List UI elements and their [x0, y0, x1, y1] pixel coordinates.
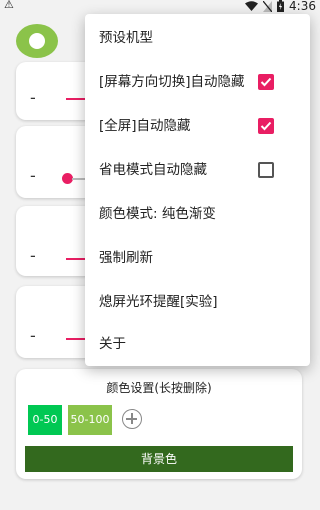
- menu-item-label: 颜色模式: 纯色渐变: [99, 206, 216, 222]
- menu-item-screen-off-halo[interactable]: 熄屏光环提醒[实验]: [85, 280, 310, 324]
- add-color-icon[interactable]: [122, 409, 142, 429]
- menu-item-about[interactable]: 关于: [85, 322, 310, 366]
- menu-item-label: 强制刷新: [99, 250, 153, 266]
- menu-item-label: 关于: [99, 336, 126, 352]
- wifi-icon: [245, 1, 259, 11]
- menu-item-label: 省电模式自动隐藏: [99, 162, 207, 178]
- app-logo[interactable]: [16, 24, 58, 58]
- sim-icon: [263, 0, 273, 12]
- menu-item-orientation-auto-hide[interactable]: [屏幕方向切换]自动隐藏: [85, 60, 310, 104]
- menu-item-label: [屏幕方向切换]自动隐藏: [99, 74, 245, 90]
- menu-item-color-mode[interactable]: 颜色模式: 纯色渐变: [85, 192, 310, 236]
- color-settings-card: 颜色设置(长按删除) 0-50 50-100 背景色: [16, 369, 302, 479]
- power-saving-auto-hide-checkbox[interactable]: [258, 162, 274, 178]
- logo-center: [29, 33, 45, 49]
- slider-track[interactable]: [66, 338, 86, 340]
- menu-item-label: 预设机型: [99, 30, 153, 46]
- decrease-button[interactable]: -: [30, 248, 36, 264]
- background-color-button[interactable]: 背景色: [25, 446, 293, 472]
- slider-track[interactable]: [72, 178, 86, 180]
- fullscreen-auto-hide-checkbox[interactable]: [258, 118, 274, 134]
- decrease-button[interactable]: -: [30, 90, 36, 106]
- status-bar: ⚠ 4:36: [0, 0, 320, 12]
- overflow-menu: 预设机型 [屏幕方向切换]自动隐藏 [全屏]自动隐藏 省电模式自动隐藏 颜色模式…: [85, 14, 310, 366]
- menu-item-preset-model[interactable]: 预设机型: [85, 16, 310, 60]
- slider-track[interactable]: [66, 258, 86, 260]
- status-time: 4:36: [289, 0, 316, 13]
- color-chip-50-100[interactable]: 50-100: [68, 405, 112, 435]
- menu-item-label: [全屏]自动隐藏: [99, 118, 191, 134]
- decrease-button[interactable]: -: [30, 328, 36, 344]
- color-settings-title: 颜色设置(长按删除): [106, 381, 212, 395]
- check-icon: [260, 77, 272, 87]
- battery-icon: [277, 0, 285, 12]
- orientation-auto-hide-checkbox[interactable]: [258, 74, 274, 90]
- menu-item-fullscreen-auto-hide[interactable]: [全屏]自动隐藏: [85, 104, 310, 148]
- status-icons: 4:36: [245, 0, 316, 12]
- menu-item-label: 熄屏光环提醒[实验]: [99, 294, 218, 310]
- color-chip-0-50[interactable]: 0-50: [28, 405, 62, 435]
- decrease-button[interactable]: -: [30, 168, 36, 184]
- warning-icon: ⚠: [4, 0, 14, 11]
- menu-item-power-saving-auto-hide[interactable]: 省电模式自动隐藏: [85, 148, 310, 192]
- menu-item-force-refresh[interactable]: 强制刷新: [85, 236, 310, 280]
- slider-track[interactable]: [66, 98, 86, 100]
- check-icon: [260, 121, 272, 131]
